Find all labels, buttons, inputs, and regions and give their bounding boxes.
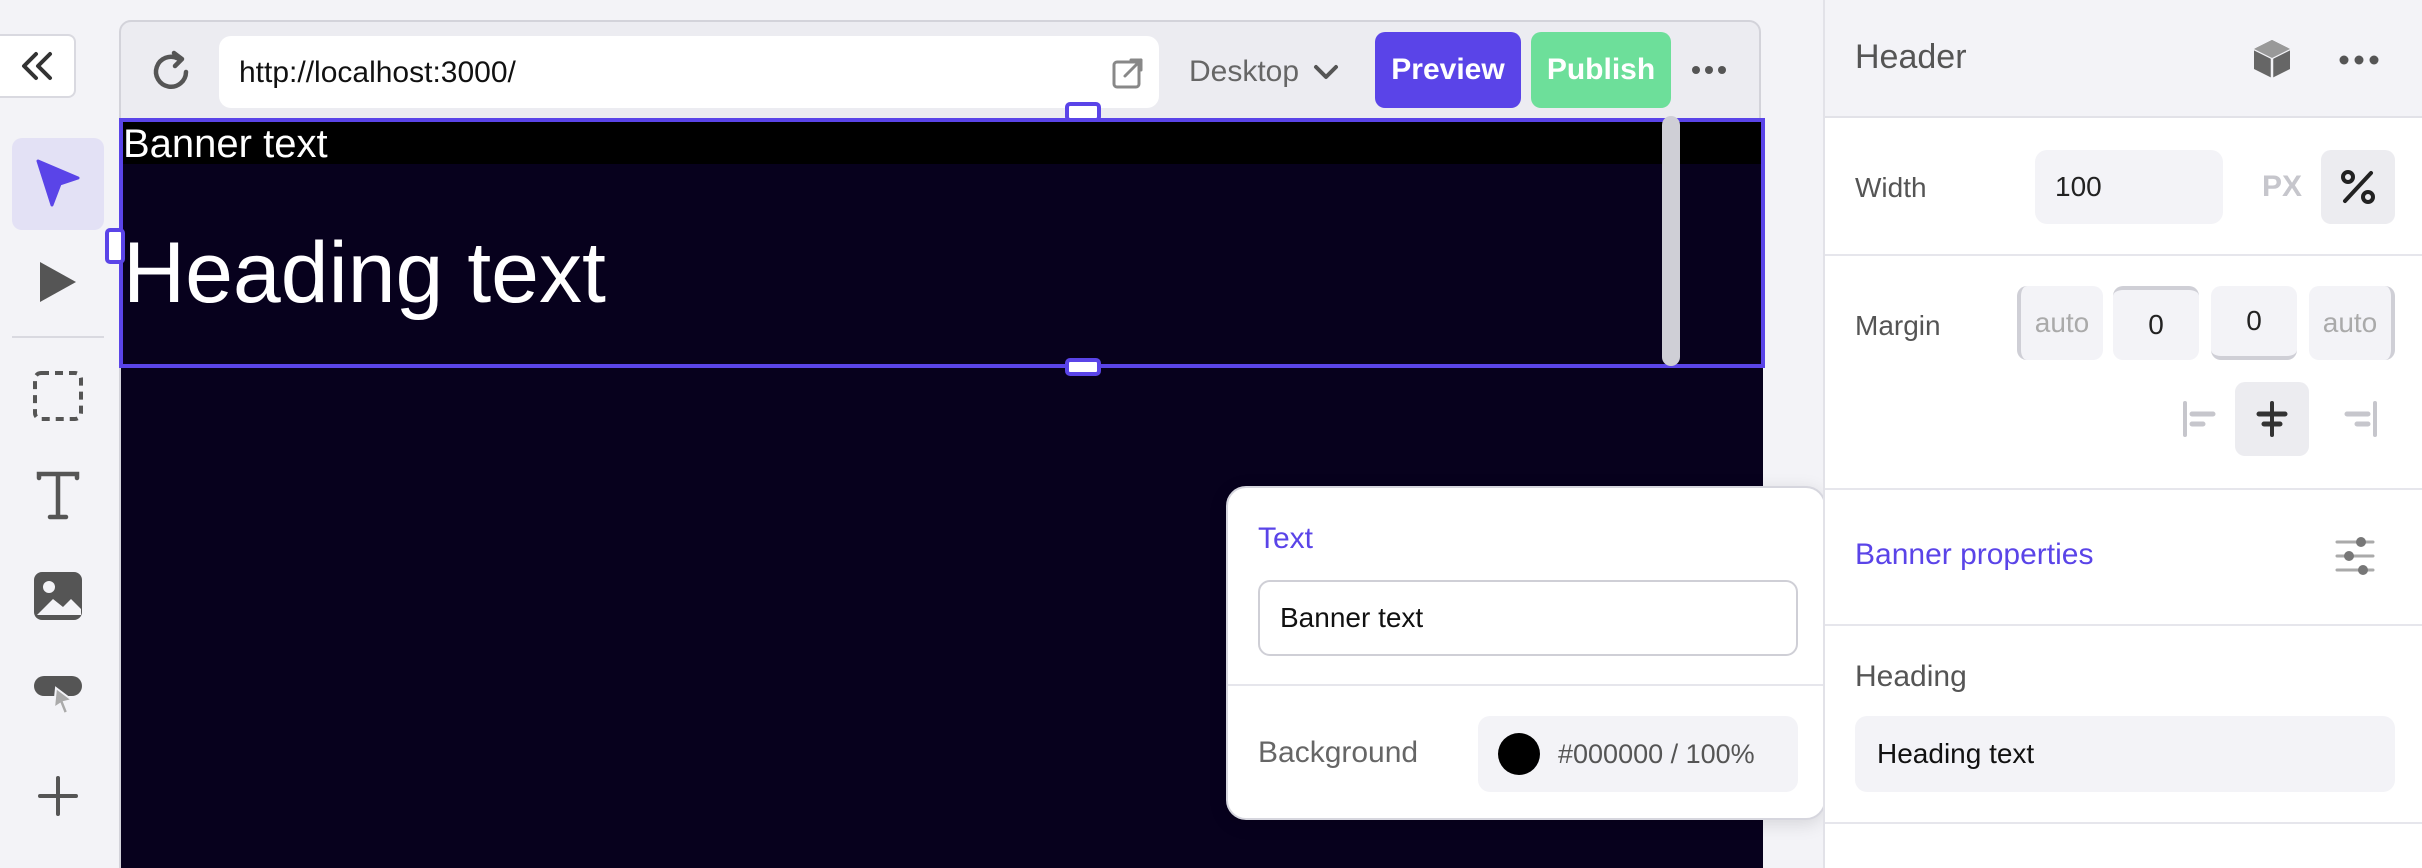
unit-px-button[interactable]: PX — [2249, 150, 2315, 224]
text-tool[interactable] — [12, 450, 104, 542]
more-options-button[interactable] — [1687, 48, 1731, 92]
properties-panel: Header Width 100 PX Margin auto 0 0 auto… — [1823, 0, 2422, 868]
collapse-sidebar-button[interactable] — [0, 34, 76, 98]
plus-icon — [38, 776, 78, 816]
button-click-icon — [34, 676, 82, 716]
margin-label: Margin — [1855, 310, 1941, 341]
toolbar-divider — [12, 336, 104, 338]
background-color-value: #000000 / 100% — [1558, 738, 1755, 769]
margin-top-input[interactable]: 0 — [2113, 286, 2199, 360]
resize-handle-top[interactable] — [1065, 102, 1101, 122]
dashed-box-icon — [33, 371, 83, 421]
section-divider — [1825, 822, 2422, 824]
banner-properties-title[interactable]: Banner properties — [1855, 538, 2093, 572]
resize-handle-left[interactable] — [105, 228, 125, 264]
resize-handle-bottom[interactable] — [1065, 358, 1101, 376]
device-label: Desktop — [1189, 55, 1300, 88]
section-divider — [1825, 624, 2422, 626]
reload-icon — [153, 50, 189, 89]
margin-left-input[interactable]: auto — [2017, 286, 2103, 360]
heading-input[interactable]: Heading text — [1855, 716, 2395, 792]
chevron-down-icon — [1314, 65, 1339, 79]
preview-button[interactable]: Preview — [1375, 32, 1521, 108]
selection-outline — [119, 118, 1765, 368]
color-swatch[interactable] — [1498, 733, 1540, 775]
align-left-icon — [2183, 401, 2216, 437]
image-icon — [34, 572, 82, 620]
sliders-icon[interactable] — [2333, 534, 2377, 578]
width-input[interactable]: 100 — [2035, 150, 2223, 224]
align-center-icon — [2256, 401, 2288, 437]
unit-percent-button[interactable] — [2321, 150, 2395, 224]
cube-icon[interactable] — [2249, 36, 2295, 82]
double-chevron-left-icon — [22, 52, 52, 80]
external-link-icon[interactable] — [1111, 56, 1145, 90]
align-left-button[interactable] — [2165, 382, 2239, 456]
align-right-button[interactable] — [2321, 382, 2395, 456]
device-selector[interactable]: Desktop — [1189, 38, 1339, 106]
popup-title: Text — [1258, 522, 1314, 555]
select-tool[interactable] — [12, 138, 104, 230]
align-right-icon — [2344, 401, 2377, 437]
panel-title: Header — [1855, 38, 1967, 76]
canvas-scrollbar[interactable] — [1662, 116, 1680, 366]
section-divider — [1825, 488, 2422, 490]
panel-more-button[interactable] — [2337, 38, 2381, 82]
text-icon — [36, 471, 80, 520]
text-properties-popup: Text Background #000000 / 100% — [1226, 486, 1826, 820]
reload-button[interactable] — [143, 44, 199, 100]
heading-label: Heading — [1855, 660, 1967, 693]
popup-divider — [1228, 684, 1824, 686]
play-tool[interactable] — [12, 236, 104, 328]
background-color-field[interactable]: #000000 / 100% — [1478, 716, 1798, 792]
play-icon — [40, 262, 76, 302]
publish-button[interactable]: Publish — [1531, 32, 1671, 108]
pointer-icon — [36, 159, 80, 207]
margin-bottom-input[interactable]: 0 — [2211, 286, 2297, 360]
image-tool[interactable] — [12, 550, 104, 642]
background-label: Background — [1258, 736, 1419, 769]
more-horizontal-icon — [2339, 55, 2379, 65]
panel-header: Header — [1825, 0, 2422, 118]
button-tool[interactable] — [12, 650, 104, 742]
url-text: http://localhost:3000/ — [239, 56, 516, 89]
margin-right-input[interactable]: auto — [2309, 286, 2395, 360]
section-divider — [1825, 254, 2422, 256]
more-horizontal-icon — [1692, 66, 1726, 74]
width-label: Width — [1855, 172, 1927, 203]
url-bar[interactable]: http://localhost:3000/ — [219, 36, 1159, 108]
percent-icon — [2341, 170, 2375, 204]
add-tool[interactable] — [12, 750, 104, 842]
align-center-button[interactable] — [2235, 382, 2309, 456]
banner-text-input[interactable] — [1258, 580, 1798, 656]
container-tool[interactable] — [12, 350, 104, 442]
